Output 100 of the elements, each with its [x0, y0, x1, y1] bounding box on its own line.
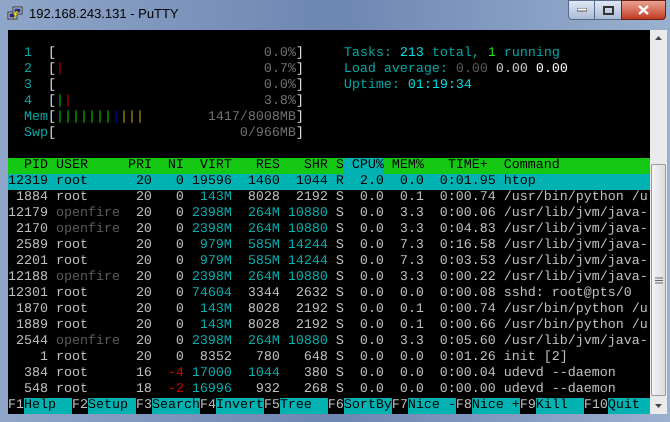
table-cell-text: 0.0 — [358, 238, 384, 254]
table-cell-text: 2544 — [14, 334, 48, 350]
column-header[interactable]: VIRT — [184, 158, 232, 174]
column-header[interactable]: TIME+ — [424, 158, 496, 174]
process-row[interactable]: 548 root 18 -2 16996 932 268 S 0.0 0.0 0:00.00 udevd --daemon — [8, 382, 650, 398]
function-key-button[interactable]: Nice + — [472, 398, 520, 414]
process-row[interactable]: 2589 root 20 0 979M 585M 14244 S 0.0 7.3 0:16.58 /usr/lib/jvm/java- — [8, 238, 650, 254]
table-cell-text: 2398M — [190, 206, 232, 222]
process-row[interactable]: 384 root 16 -4 17000 1044 380 S 0.0 0.0 0:00.04 udevd --daemon — [8, 366, 650, 382]
table-cell-text: 0:00.00 — [438, 382, 496, 398]
function-key-button[interactable]: Tree — [280, 398, 328, 414]
table-cell-text: 0.0 — [358, 286, 384, 302]
restore-icon — [602, 6, 614, 14]
table-cell-text: 16 — [134, 366, 152, 382]
table-cell-text: 2192 — [294, 190, 328, 206]
process-row[interactable]: 12188 openfire 20 0 2398M 264M 10880 S 0.0 3.3 0:00.22 /usr/lib/jvm/java- — [8, 270, 650, 286]
meter-label: 1 — [24, 46, 33, 62]
table-cell-text: 7.3 — [398, 238, 424, 254]
scroll-thumb[interactable] — [651, 164, 666, 396]
function-key-button[interactable]: Invert — [216, 398, 264, 414]
table-cell-text: sshd: root@pts/0 — [502, 286, 632, 302]
function-key: F6 — [328, 398, 344, 414]
process-row[interactable]: 1 root 20 0 8352 780 648 S 0.0 0.0 0:01.26 init [2] — [8, 350, 650, 366]
process-row[interactable]: 12301 root 20 0 74604 3344 2632 S 0.0 0.0 0:00.08 sshd: root@pts/0 — [8, 286, 650, 302]
table-cell-text: 2398M — [190, 222, 232, 238]
process-row[interactable]: 1884 root 20 0 143M 8028 2192 S 0.0 0.1 0:00.74 /usr/bin/python /u — [8, 190, 650, 206]
table-cell-text: 2201 — [14, 254, 48, 270]
function-key-button[interactable]: Help — [24, 398, 72, 414]
table-cell-text: 0:00.74 — [438, 190, 496, 206]
table-cell-text: 0.0 — [358, 254, 384, 270]
table-cell-text: 20 — [134, 350, 152, 366]
table-cell-text: 0.0 — [358, 190, 384, 206]
table-cell-text: 0 — [174, 350, 184, 366]
table-cell-text: 384 — [22, 366, 48, 382]
table-cell-text: 0:00.04 — [438, 366, 496, 382]
column-header[interactable]: RES — [232, 158, 280, 174]
table-cell-text: 0 — [174, 254, 184, 270]
table-cell-text: 979M — [198, 254, 232, 270]
table-cell-text: udevd --daemon — [502, 366, 616, 382]
table-cell-text: 0:04.83 — [438, 222, 496, 238]
table-cell-text: 0.0 — [398, 382, 424, 398]
meter-reading: 0.0% — [264, 46, 296, 62]
table-cell-text: openfire — [54, 206, 121, 222]
tasks-total: 213 — [400, 46, 424, 62]
process-row[interactable]: 1870 root 20 0 143M 8028 2192 S 0.0 0.1 0:00.74 /usr/bin/python /u — [8, 302, 650, 318]
table-cell-text: 380 — [302, 366, 328, 382]
table-cell-text: 264M — [246, 206, 280, 222]
table-cell-text: S — [334, 270, 344, 286]
meter-bracket: ] — [296, 110, 304, 126]
table-cell-text: 548 — [22, 382, 48, 398]
column-header[interactable]: PRI — [128, 158, 152, 174]
table-cell-text: 0 — [174, 190, 184, 206]
table-cell-text: 8028 — [246, 318, 280, 334]
column-header[interactable]: NI — [152, 158, 184, 174]
table-cell-text: 20 — [134, 190, 152, 206]
meter-bracket: ] — [296, 78, 304, 94]
grip-icon — [654, 276, 662, 284]
function-key-button[interactable]: Setup — [88, 398, 136, 414]
table-cell-text: root — [54, 286, 89, 302]
maximize-button[interactable] — [595, 0, 621, 20]
column-header[interactable]: MEM% — [384, 158, 424, 174]
terminal-app-icon — [7, 6, 23, 22]
down-arrow-icon — [655, 404, 662, 408]
table-cell-text: 0 — [174, 238, 184, 254]
column-header[interactable]: SHR — [280, 158, 328, 174]
minimize-button[interactable] — [568, 0, 595, 20]
function-key-button[interactable]: Search — [152, 398, 200, 414]
table-cell-text: 1044 — [246, 366, 280, 382]
table-cell-text: 1884 — [14, 190, 48, 206]
table-cell-text: 20 — [134, 254, 152, 270]
table-cell-text: 0:00.06 — [438, 206, 496, 222]
column-header[interactable]: CPU% — [344, 158, 384, 174]
process-row[interactable]: 1889 root 20 0 143M 8028 2192 S 0.0 0.1 0:00.66 /usr/bin/python /u — [8, 318, 650, 334]
table-cell-text: 2589 — [14, 238, 48, 254]
process-row[interactable]: 12179 openfire 20 0 2398M 264M 10880 S 0.0 3.3 0:00.06 /usr/lib/jvm/java- — [8, 206, 650, 222]
function-key-button[interactable]: Nice - — [408, 398, 456, 414]
table-cell-text: 0:03.53 — [438, 254, 496, 270]
function-key-button[interactable]: Quit — [608, 398, 650, 414]
function-key-button[interactable]: Kill — [536, 398, 584, 414]
table-cell-text: root — [54, 302, 89, 318]
process-row[interactable]: 2544 openfire 20 0 2398M 264M 10880 S 0.0 3.3 0:05.60 /usr/lib/jvm/java- — [8, 334, 650, 350]
meter-bracket: [ — [48, 110, 56, 126]
process-row[interactable]: 2170 openfire 20 0 2398M 264M 10880 S 0.0 3.3 0:04.83 /usr/lib/jvm/java- — [8, 222, 650, 238]
table-cell-text: 0.0 — [358, 366, 384, 382]
column-header[interactable]: S — [328, 158, 344, 174]
table-cell-text: 7.3 — [398, 254, 424, 270]
process-row[interactable]: 2201 root 20 0 979M 585M 14244 S 0.0 7.3 0:03.53 /usr/lib/jvm/java- — [8, 254, 650, 270]
table-cell-text: root — [54, 318, 89, 334]
column-header[interactable]: PID — [8, 158, 48, 174]
tasks-text: running — [504, 46, 560, 62]
process-row[interactable]: 12319 root 20 0 19596 1460 1044 R 2.0 0.0 0:01.95 htop — [8, 174, 650, 190]
table-cell-text: openfire — [54, 270, 121, 286]
function-key-button[interactable]: SortBy — [344, 398, 392, 414]
close-button[interactable] — [621, 0, 666, 20]
column-header[interactable]: USER — [48, 158, 128, 174]
load-value: 0.00 — [536, 62, 568, 78]
table-cell-text: 2398M — [190, 334, 232, 350]
table-cell-text: 20 — [134, 222, 152, 238]
scrollbar[interactable] — [650, 30, 667, 414]
column-header[interactable]: Command — [496, 158, 560, 174]
